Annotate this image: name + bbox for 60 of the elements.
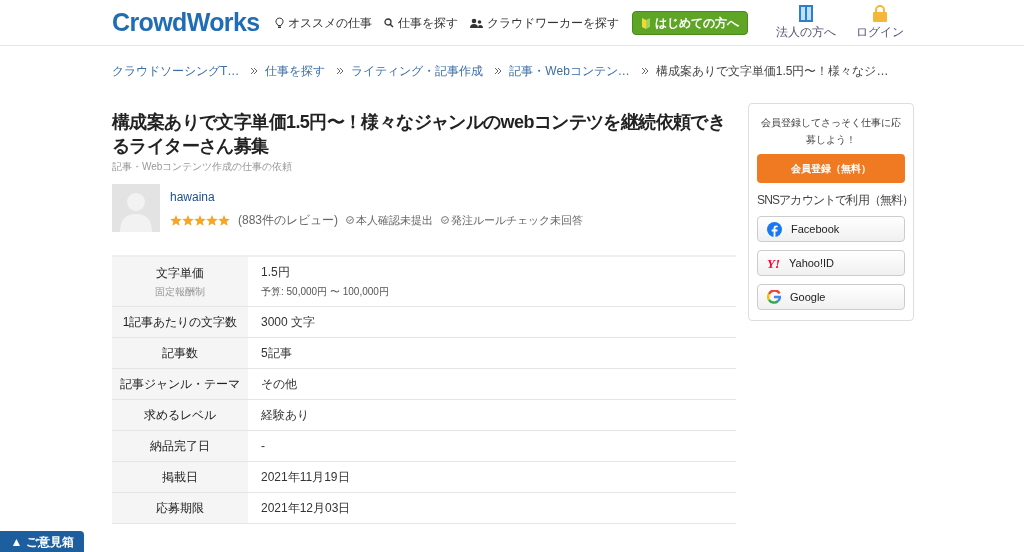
client-status: 発注ルールチェック未回答 bbox=[451, 212, 583, 228]
value-cell: 1.5円 予算: 50,000円 〜 100,000円 bbox=[248, 256, 736, 306]
label-cell: 納品完了日 bbox=[112, 430, 248, 461]
header-link[interactable]: 法人の方へ bbox=[776, 4, 836, 41]
google-icon bbox=[767, 290, 781, 304]
value-cell: 2021年11月19日 bbox=[248, 461, 736, 492]
category-label: 記事・Webコンテンツ作成の仕事の依頼 bbox=[112, 160, 294, 174]
job-title: 構成案ありで文字単価1.5円〜！様々なジャンルのwebコンテツを継続依頼できるライターさん募集 bbox=[112, 111, 727, 158]
header-link[interactable]: ログイン bbox=[856, 4, 904, 41]
leaf-icon bbox=[641, 15, 651, 30]
breadcrumb-link[interactable]: クラウドソーシングT… bbox=[112, 62, 240, 80]
label-cell: 掲載日 bbox=[112, 461, 248, 492]
label-cell: 記事ジャンル・テーマ bbox=[112, 368, 248, 399]
search-icon bbox=[384, 17, 395, 28]
breadcrumb-separator-icon bbox=[495, 68, 502, 74]
nav-link[interactable]: クラウドワーカーを探す bbox=[470, 13, 620, 32]
facebook-icon bbox=[767, 221, 782, 237]
lightbulb-icon bbox=[275, 16, 285, 29]
breadcrumb-link[interactable]: 仕事を探す bbox=[265, 62, 326, 80]
nav-link[interactable]: 仕事を探す bbox=[384, 13, 459, 32]
label-cell: 1記事あたりの文字数 bbox=[112, 306, 248, 337]
breadcrumb-link[interactable]: 記事・Webコンテン… bbox=[509, 62, 630, 80]
breadcrumb-separator-icon bbox=[251, 68, 258, 74]
avatar-icon bbox=[112, 184, 160, 232]
lock-icon bbox=[873, 4, 887, 22]
check-circle-icon bbox=[441, 216, 449, 224]
value-cell: 2021年12月03日 bbox=[248, 492, 736, 523]
label-cell: 応募期限 bbox=[112, 492, 248, 523]
sns-login-button[interactable]: Google bbox=[757, 284, 905, 310]
value-cell: その他 bbox=[248, 368, 736, 399]
feedback-button[interactable]: ▲ ご意見箱 bbox=[0, 531, 84, 552]
sns-login-button[interactable]: Facebook bbox=[757, 216, 905, 242]
label-cell: 文字単価 固定報酬制 bbox=[112, 256, 248, 306]
value-cell: - bbox=[248, 430, 736, 461]
client-name[interactable]: hawaina bbox=[170, 188, 583, 206]
value-cell: 3000 文字 bbox=[248, 306, 736, 337]
nav-link[interactable]: オススメの仕事 bbox=[275, 13, 373, 32]
review-count[interactable]: (883件のレビュー) bbox=[238, 211, 338, 229]
sns-label: SNSアカウントで利用（無料） bbox=[757, 192, 905, 209]
breadcrumb-separator-icon bbox=[641, 68, 648, 74]
breadcrumb-link[interactable]: ライティング・記事作成 bbox=[351, 62, 484, 80]
value-cell: 経験あり bbox=[248, 399, 736, 430]
breadcrumb-current: 構成案ありで文字単価1.5円〜！様々なジ… bbox=[655, 63, 889, 80]
label-cell: 記事数 bbox=[112, 337, 248, 368]
star-icon bbox=[206, 214, 218, 226]
star-icon bbox=[218, 214, 230, 226]
star-icon bbox=[170, 214, 182, 226]
star-icon bbox=[182, 214, 194, 226]
building-icon bbox=[798, 4, 814, 22]
logo[interactable]: CrowdWorks bbox=[112, 10, 260, 35]
check-circle-icon bbox=[346, 216, 354, 224]
sns-login-button[interactable]: Y! Yahoo!ID bbox=[757, 250, 905, 276]
value-cell: 5記事 bbox=[248, 337, 736, 368]
label-cell: 求めるレベル bbox=[112, 399, 248, 430]
star-icon bbox=[194, 214, 206, 226]
yahoo-logo: Y! bbox=[767, 256, 780, 270]
client-status: 本人確認未提出 bbox=[356, 212, 433, 228]
breadcrumb-separator-icon bbox=[337, 68, 344, 74]
signup-message: 会員登録してさっそく仕事に応募しよう！ bbox=[760, 116, 902, 147]
people-icon bbox=[470, 17, 484, 28]
